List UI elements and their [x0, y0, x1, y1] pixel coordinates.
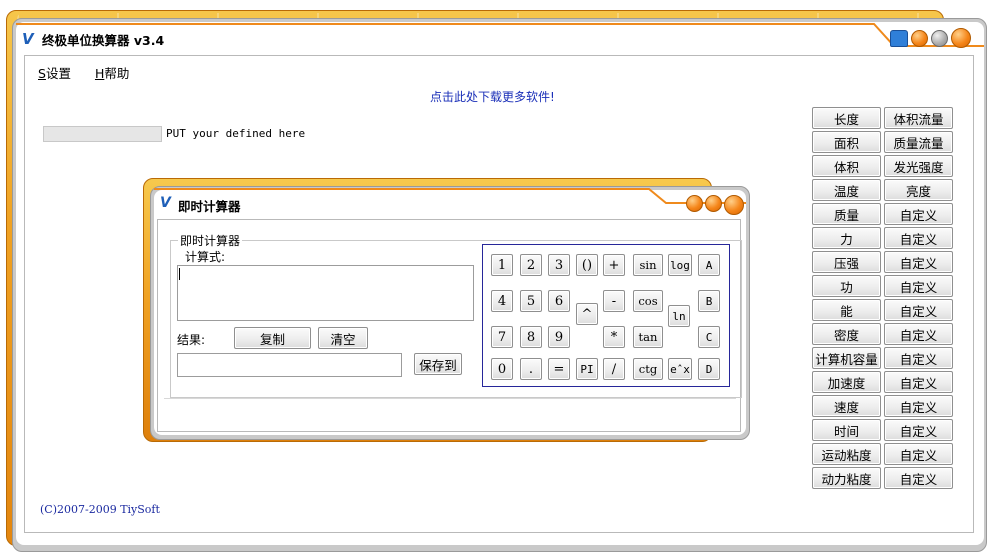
key-parentheses[interactable]: () — [576, 254, 598, 276]
calc-logo-icon: V — [160, 195, 171, 211]
key-sin[interactable]: sin — [633, 254, 663, 276]
unit-button-work[interactable]: 功 — [812, 275, 881, 297]
key-5[interactable]: 5 — [520, 290, 542, 312]
custom-unit-input[interactable] — [43, 126, 162, 142]
unit-button-custom[interactable]: 自定义 — [884, 395, 953, 417]
calc-title-controls — [686, 195, 744, 215]
key-2[interactable]: 2 — [520, 254, 542, 276]
key-ctg[interactable]: ctg — [633, 358, 663, 380]
unit-button-pressure[interactable]: 压强 — [812, 251, 881, 273]
unit-button-custom[interactable]: 自定义 — [884, 467, 953, 489]
unit-button-length[interactable]: 长度 — [812, 107, 881, 129]
unit-button-custom[interactable]: 自定义 — [884, 371, 953, 393]
calc-group-label: 即时计算器 — [178, 232, 243, 249]
custom-unit-label: PUT your defined here — [166, 127, 306, 140]
unit-button-custom[interactable]: 自定义 — [884, 251, 953, 273]
close-button[interactable] — [951, 28, 971, 48]
minimize-button[interactable] — [911, 29, 928, 47]
app-title: 终极单位换算器 v3.4 — [42, 33, 165, 48]
unit-button-custom[interactable]: 自定义 — [884, 443, 953, 465]
key-dot[interactable]: . — [520, 358, 542, 380]
key-D[interactable]: D — [698, 358, 720, 380]
calc-close-button[interactable] — [724, 195, 744, 215]
title-bar-controls — [890, 28, 971, 48]
key-divide[interactable]: / — [603, 358, 625, 380]
calc-title: 即时计算器 — [178, 199, 241, 214]
copyright-text: (C)2007-2009 TiySoft — [40, 503, 160, 516]
unit-button-force[interactable]: 力 — [812, 227, 881, 249]
save-to-button[interactable]: 保存到 — [414, 353, 462, 375]
key-A[interactable]: A — [698, 254, 720, 276]
unit-button-energy[interactable]: 能 — [812, 299, 881, 321]
calc-title-decoration — [154, 188, 746, 204]
key-1[interactable]: 1 — [491, 254, 513, 276]
menu-settings[interactable]: S设置 — [38, 63, 71, 82]
key-cos[interactable]: cos — [633, 290, 663, 312]
formula-input[interactable] — [177, 265, 474, 321]
menu-bar: S设置 H帮助 — [38, 63, 129, 82]
result-field[interactable] — [177, 353, 402, 377]
menu-help[interactable]: H帮助 — [95, 63, 129, 82]
key-3[interactable]: 3 — [548, 254, 570, 276]
copy-button[interactable]: 复制 — [234, 327, 311, 349]
unit-button-acceleration[interactable]: 加速度 — [812, 371, 881, 393]
unit-button-custom[interactable]: 自定义 — [884, 275, 953, 297]
maximize-button[interactable] — [931, 29, 948, 47]
key-0[interactable]: 0 — [491, 358, 513, 380]
key-tan[interactable]: tan — [633, 326, 663, 348]
download-more-link[interactable]: 点击此处下载更多软件! — [430, 88, 555, 105]
app-logo-icon: V — [22, 30, 34, 48]
unit-button-custom[interactable]: 自定义 — [884, 419, 953, 441]
key-minus[interactable]: - — [603, 290, 625, 312]
key-B[interactable]: B — [698, 290, 720, 312]
unit-button-luminance[interactable]: 亮度 — [884, 179, 953, 201]
key-4[interactable]: 4 — [491, 290, 513, 312]
unit-button-storage[interactable]: 计算机容量 — [812, 347, 881, 369]
key-log[interactable]: log — [668, 254, 692, 276]
unit-button-dynamic-viscosity[interactable]: 动力粘度 — [812, 467, 881, 489]
key-7[interactable]: 7 — [491, 326, 513, 348]
calc-keypad: 1 2 3 () + sin log A 4 5 6 ^ - cos ln B … — [482, 244, 730, 387]
unit-button-volume[interactable]: 体积 — [812, 155, 881, 177]
text-caret — [179, 268, 180, 280]
unit-button-mass-flow[interactable]: 质量流量 — [884, 131, 953, 153]
result-label: 结果: — [177, 333, 206, 347]
key-plus[interactable]: + — [603, 254, 625, 276]
unit-button-custom[interactable]: 自定义 — [884, 299, 953, 321]
unit-button-custom[interactable]: 自定义 — [884, 347, 953, 369]
unit-button-speed[interactable]: 速度 — [812, 395, 881, 417]
key-6[interactable]: 6 — [548, 290, 570, 312]
unit-button-kinematic-viscosity[interactable]: 运动粘度 — [812, 443, 881, 465]
key-power[interactable]: ^ — [576, 303, 598, 325]
unit-button-custom[interactable]: 自定义 — [884, 203, 953, 225]
calc-maximize-button[interactable] — [705, 195, 722, 212]
unit-button-custom[interactable]: 自定义 — [884, 227, 953, 249]
unit-button-temperature[interactable]: 温度 — [812, 179, 881, 201]
unit-button-density[interactable]: 密度 — [812, 323, 881, 345]
calc-minimize-button[interactable] — [686, 195, 703, 212]
unit-button-luminous-intensity[interactable]: 发光强度 — [884, 155, 953, 177]
key-C[interactable]: C — [698, 326, 720, 348]
skin-icon[interactable] — [890, 29, 908, 47]
key-ln[interactable]: ln — [668, 305, 690, 327]
key-multiply[interactable]: * — [603, 326, 625, 348]
unit-button-time[interactable]: 时间 — [812, 419, 881, 441]
key-8[interactable]: 8 — [520, 326, 542, 348]
formula-label: 计算式: — [185, 250, 226, 264]
unit-button-area[interactable]: 面积 — [812, 131, 881, 153]
divider — [164, 398, 736, 399]
unit-button-custom[interactable]: 自定义 — [884, 323, 953, 345]
clear-button[interactable]: 清空 — [318, 327, 368, 349]
key-9[interactable]: 9 — [548, 326, 570, 348]
unit-button-volume-flow[interactable]: 体积流量 — [884, 107, 953, 129]
unit-button-mass[interactable]: 质量 — [812, 203, 881, 225]
key-pi[interactable]: PI — [576, 358, 598, 380]
key-exp[interactable]: eˆx — [668, 358, 692, 380]
key-equals[interactable]: = — [548, 358, 570, 380]
